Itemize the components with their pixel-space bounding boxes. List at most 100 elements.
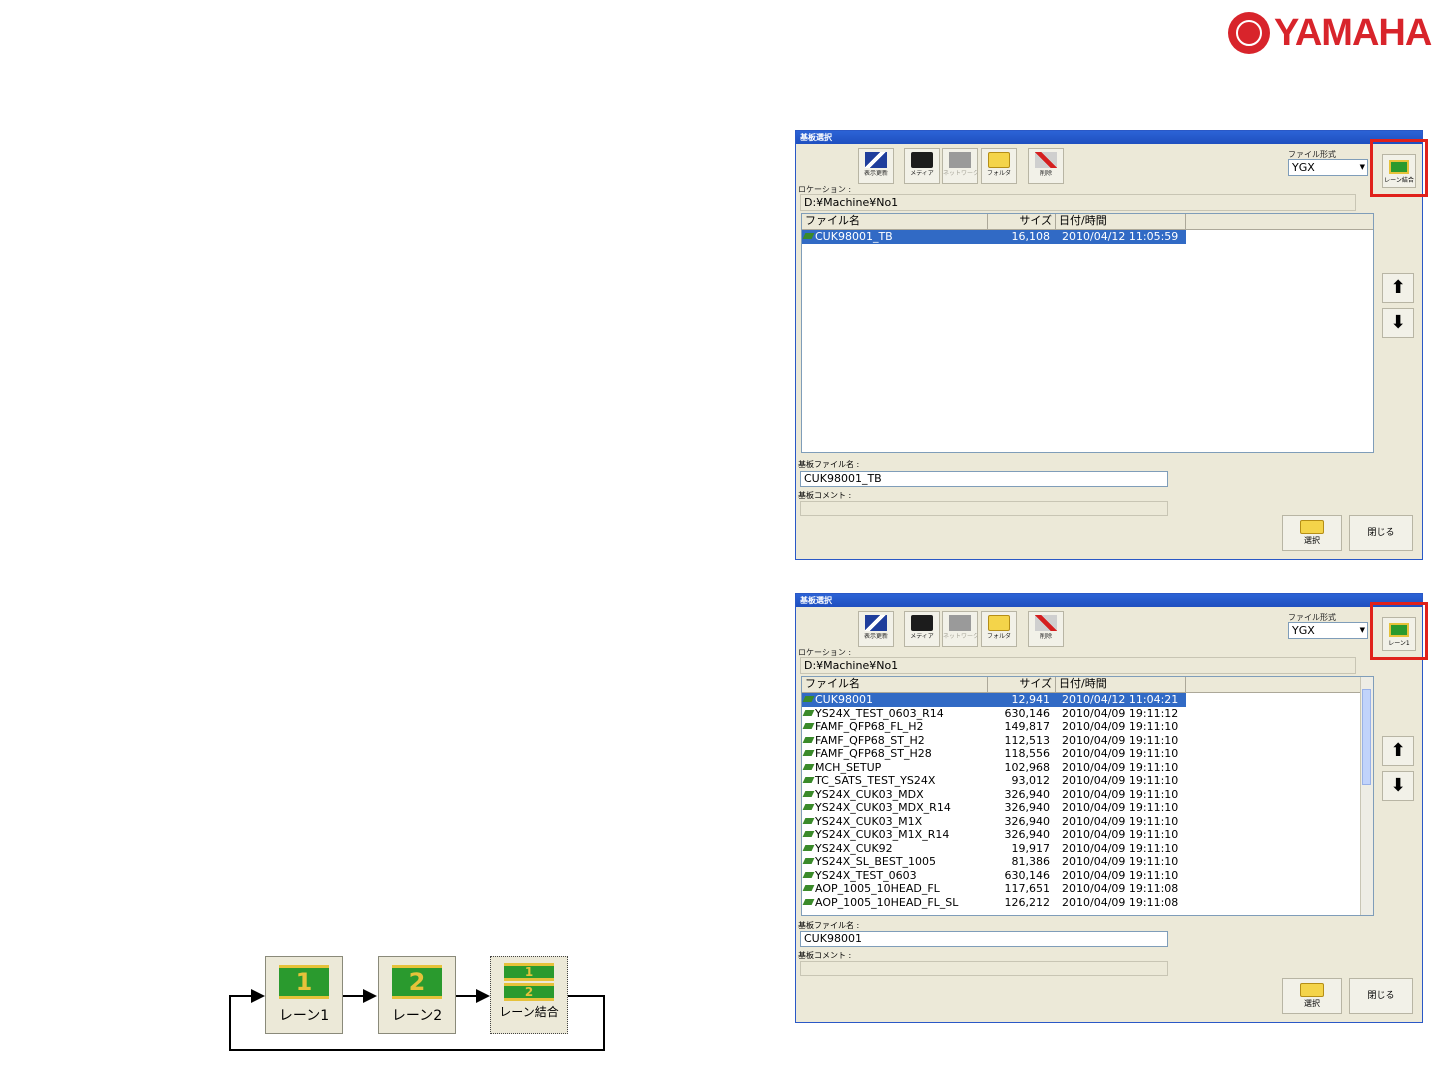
file-size-cell: 16,108	[1011, 230, 1051, 243]
delete-label: 削除	[1039, 633, 1052, 640]
arrowhead-icon	[251, 989, 265, 1003]
table-row[interactable]: YS24X_CUK03_MDX_R14 326,940 2010/04/09 19:…	[802, 801, 1373, 815]
file-list[interactable]: ファイル名 サイズ 日付/時間 CUK98001_TB 16,108 2010/04…	[801, 213, 1374, 453]
table-row[interactable]: YS24X_CUK03_MDX 326,940 2010/04/09 19:11:1…	[802, 788, 1373, 802]
table-row[interactable]: CUK98001 12,941 2010/04/12 11:04:21	[802, 693, 1186, 707]
tuning-fork-emblem-icon	[1228, 12, 1270, 54]
file-list[interactable]: ファイル名 サイズ 日付/時間 CUK98001 12,941 2010/04/12…	[801, 676, 1374, 916]
file-name-cell: FAMF_QFP68_FL_H2	[802, 720, 988, 734]
file-date-cell: 2010/04/09 19:11:10	[1062, 720, 1179, 733]
file-list-rows: CUK98001_TB 16,108 2010/04/12 11:05:59	[802, 230, 1373, 244]
move-down-button[interactable]: ⬇	[1382, 771, 1414, 801]
lane1-badge: 1	[279, 965, 329, 999]
table-row[interactable]: YS24X_CUK92 19,917 2010/04/09 19:11:10	[802, 842, 1373, 856]
file-date-cell: 2010/04/09 19:11:10	[1062, 855, 1179, 868]
dialog-title: 基板選択	[796, 131, 1422, 144]
delete-button[interactable]: 削除	[1028, 611, 1064, 647]
file-size-cell: 81,386	[1011, 855, 1051, 868]
file-format-select[interactable]: YGX ▼	[1288, 159, 1368, 176]
table-row[interactable]: YS24X_CUK03_M1X 326,940 2010/04/09 19:11:1…	[802, 815, 1373, 829]
folder-button[interactable]: フォルダ	[981, 148, 1017, 184]
yamaha-logo: YAMAHA	[1228, 12, 1432, 54]
table-row[interactable]: YS24X_CUK03_M1X_R14 326,940 2010/04/09 19:…	[802, 828, 1373, 842]
delete-label: 削除	[1039, 170, 1052, 177]
file-name-cell: CUK98001_TB	[802, 230, 988, 244]
file-name-cell: YS24X_CUK03_MDX	[802, 788, 988, 802]
table-row[interactable]: YS24X_TEST_0603 630,146 2010/04/09 19:11:1…	[802, 869, 1373, 883]
table-row[interactable]: FAMF_QFP68_ST_H28 118,556 2010/04/09 19:11…	[802, 747, 1373, 761]
table-row[interactable]: YS24X_TEST_0603_R14 630,146 2010/04/09 19:…	[802, 707, 1373, 721]
lane-combine-icon-button: 1 2 レーン結合	[490, 956, 568, 1034]
vertical-scrollbar[interactable]	[1360, 677, 1373, 915]
arrowhead-icon	[476, 989, 490, 1003]
select-button[interactable]: 選択	[1282, 515, 1342, 551]
refresh-view-button[interactable]: 表示更新	[858, 611, 894, 647]
table-row[interactable]: MCH_SETUP 102,968 2010/04/09 19:11:10	[802, 761, 1373, 775]
file-size-cell: 326,940	[1004, 828, 1051, 841]
media-button[interactable]: メディア	[904, 148, 940, 184]
move-up-button[interactable]: ⬆	[1382, 736, 1414, 766]
lane2-badge: 2	[392, 965, 442, 999]
highlight-frame	[1370, 602, 1428, 660]
table-row[interactable]: TC_SATS_TEST_YS24X 93,012 2010/04/09 19:11…	[802, 774, 1373, 788]
move-up-button[interactable]: ⬆	[1382, 273, 1414, 303]
file-name-cell: FAMF_QFP68_ST_H28	[802, 747, 988, 761]
delete-icon	[1035, 152, 1057, 168]
network-icon	[949, 152, 971, 168]
file-size-cell: 117,651	[1004, 882, 1051, 895]
comment-field[interactable]	[800, 961, 1168, 976]
close-button[interactable]: 閉じる	[1349, 978, 1413, 1014]
combine-badge-bottom: 2	[504, 983, 554, 1001]
folder-button[interactable]: フォルダ	[981, 611, 1017, 647]
file-size-cell: 126,212	[1004, 895, 1051, 909]
floppy-disk-icon	[911, 615, 933, 631]
lane1-label: レーン1	[278, 1008, 330, 1024]
network-button[interactable]: ネットワーク	[942, 611, 978, 647]
comment-field[interactable]	[800, 501, 1168, 516]
column-header-date[interactable]: 日付/時間	[1056, 677, 1186, 692]
up-arrow-icon: ⬆	[1390, 277, 1406, 298]
brand-name: YAMAHA	[1274, 12, 1432, 54]
file-date-cell: 2010/04/09 19:11:10	[1062, 774, 1179, 787]
file-name-input[interactable]: CUK98001_TB	[800, 471, 1168, 487]
column-header-size[interactable]: サイズ	[988, 214, 1056, 229]
file-date-cell: 2010/04/09 19:11:10	[1062, 801, 1179, 814]
return-line-down	[603, 995, 605, 1051]
table-row[interactable]: AOP_1005_10HEAD_FL 117,651 2010/04/09 19:1…	[802, 882, 1373, 896]
table-row[interactable]: FAMF_QFP68_FL_H2 149,817 2010/04/09 19:11:…	[802, 720, 1373, 734]
file-name-cell: YS24X_TEST_0603	[802, 869, 988, 883]
file-date-cell: 2010/04/09 19:11:08	[1062, 882, 1179, 895]
file-date-cell: 2010/04/09 19:11:12	[1062, 706, 1179, 720]
board-select-dialog-2: 基板選択 表示更新 メディア ネットワーク フォルダ 削除 ファイル形式 YGX…	[795, 593, 1428, 1023]
close-button[interactable]: 閉じる	[1349, 515, 1413, 551]
file-date-cell: 2010/04/09 19:11:10	[1062, 760, 1179, 774]
delete-button[interactable]: 削除	[1028, 148, 1064, 184]
up-arrow-icon: ⬆	[1390, 740, 1406, 761]
file-size-cell: 326,940	[1004, 801, 1051, 814]
table-row[interactable]: AOP_1005_10HEAD_FL_SL 126,212 2010/04/09 1…	[802, 896, 1373, 910]
column-header-name[interactable]: ファイル名	[802, 677, 988, 692]
refresh-view-button[interactable]: 表示更新	[858, 148, 894, 184]
scrollbar-thumb[interactable]	[1362, 689, 1371, 785]
column-header-date[interactable]: 日付/時間	[1056, 214, 1186, 229]
return-line-out	[568, 995, 605, 997]
file-name-cell: YS24X_CUK03_MDX_R14	[802, 801, 988, 815]
file-format-value: YGX	[1292, 624, 1315, 637]
file-date-cell: 2010/04/09 19:11:10	[1062, 828, 1179, 841]
column-header-name[interactable]: ファイル名	[802, 214, 988, 229]
move-down-button[interactable]: ⬇	[1382, 308, 1414, 338]
down-arrow-icon: ⬇	[1390, 775, 1406, 796]
column-header-size[interactable]: サイズ	[988, 677, 1056, 692]
file-format-select[interactable]: YGX ▼	[1288, 622, 1368, 639]
table-row[interactable]: FAMF_QFP68_ST_H2 112,513 2010/04/09 19:11:…	[802, 734, 1373, 748]
network-button[interactable]: ネットワーク	[942, 148, 978, 184]
floppy-disk-icon	[911, 152, 933, 168]
file-name-input[interactable]: CUK98001	[800, 931, 1168, 947]
table-row[interactable]: CUK98001_TB 16,108 2010/04/12 11:05:59	[802, 230, 1186, 244]
file-format-value: YGX	[1292, 161, 1315, 174]
chevron-down-icon: ▼	[1359, 163, 1365, 171]
file-date-cell: 2010/04/09 19:11:10	[1062, 814, 1179, 828]
select-button[interactable]: 選択	[1282, 978, 1342, 1014]
media-button[interactable]: メディア	[904, 611, 940, 647]
table-row[interactable]: YS24X_SL_BEST_1005 81,386 2010/04/09 19:11…	[802, 855, 1373, 869]
